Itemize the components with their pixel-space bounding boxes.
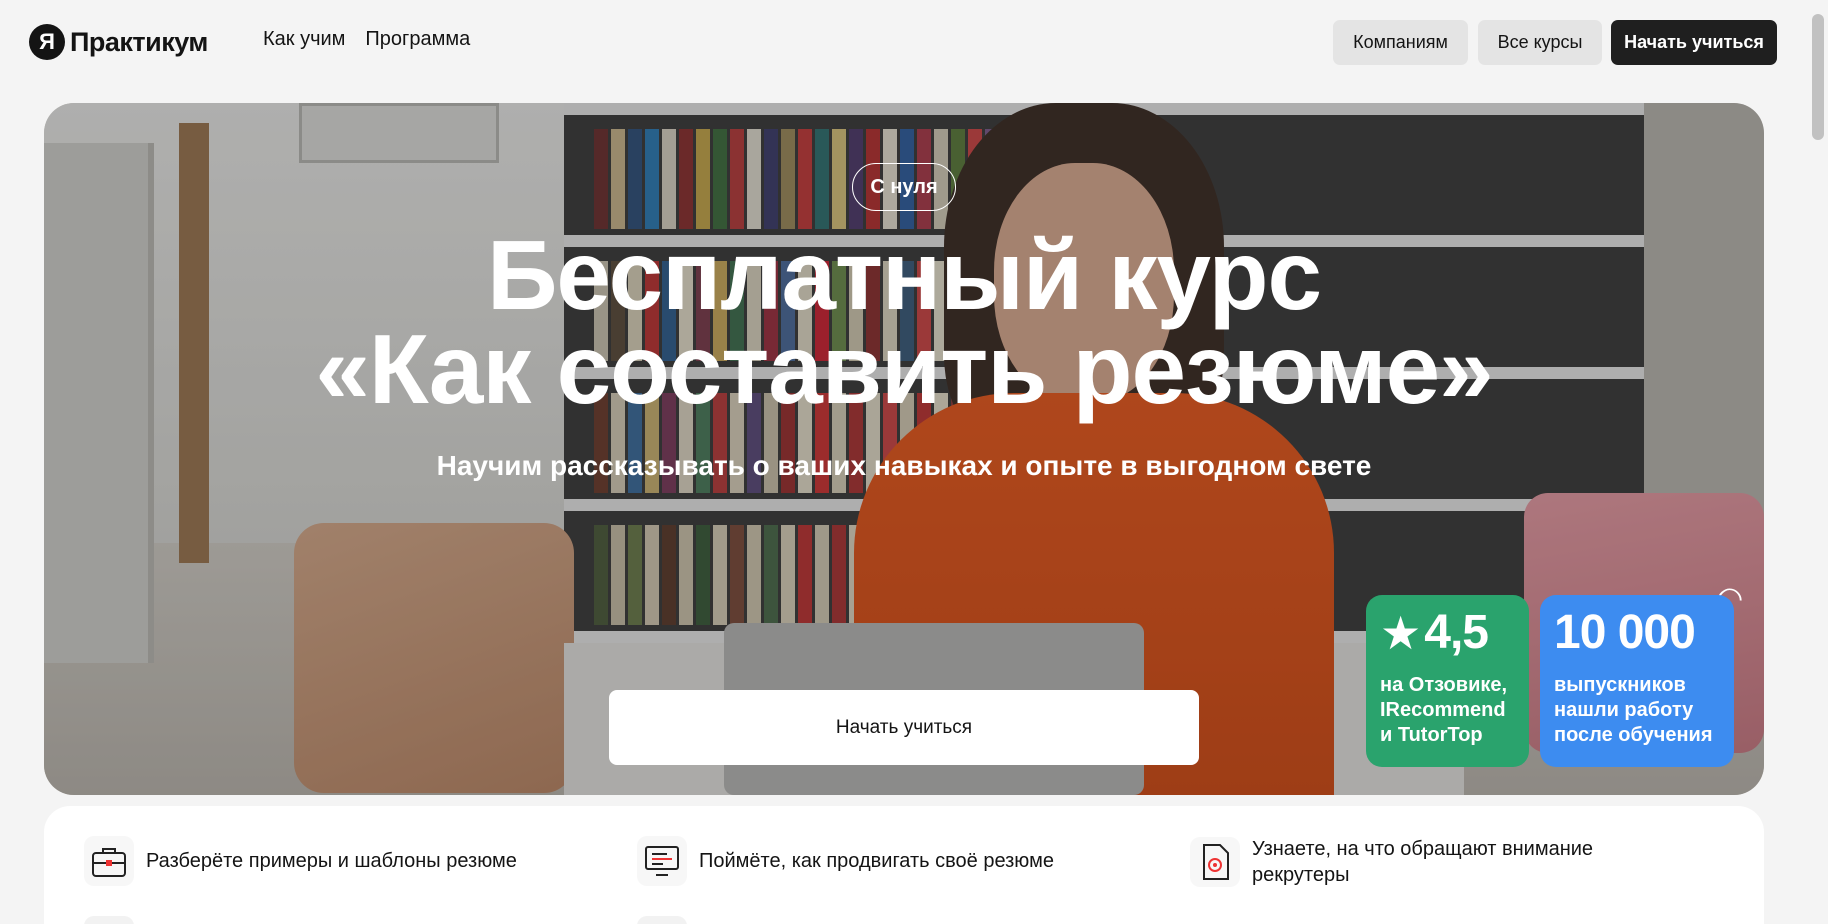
document-icon <box>1190 837 1240 887</box>
feature-text: Узнаете, на что обращают внимание рекрут… <box>1252 838 1594 886</box>
start-learning-button[interactable]: Начать учиться <box>609 690 1199 765</box>
star-icon: ★ <box>1380 607 1421 659</box>
nav-how-we-teach[interactable]: Как учим <box>263 28 345 51</box>
monitor-icon <box>637 836 687 886</box>
nav-program[interactable]: Программа <box>365 28 470 51</box>
feature-item: Поймёте, как продвигать своё резюме <box>637 836 1054 886</box>
start-learning-header-button[interactable]: Начать учиться <box>1611 20 1777 65</box>
feature-item: Узнаете, на что обращают внимание рекрут… <box>1190 836 1612 888</box>
logo-text: Практикум <box>70 26 208 57</box>
feature-icon-stub <box>637 916 687 924</box>
graduates-value: 10 000 <box>1554 606 1696 659</box>
rating-value: 4,5 <box>1424 606 1489 659</box>
graduates-card: 10 000 выпускников нашли работу после об… <box>1540 595 1734 767</box>
hero-subtitle: Научим рассказывать о ваших навыках и оп… <box>436 450 1372 481</box>
scrollbar-thumb[interactable] <box>1812 14 1824 140</box>
level-badge: С нуля <box>852 163 956 211</box>
feature-text: Разберёте примеры и шаблоны резюме <box>146 850 517 872</box>
title-line-2: «Как составить резюме» <box>315 314 1493 424</box>
briefcase-icon <box>84 836 134 886</box>
feature-icon-stub <box>84 916 134 924</box>
main-nav: Как учим Программа <box>263 28 470 51</box>
hero-banner: С нуля Бесплатный курс «Как составить ре… <box>44 103 1764 795</box>
graduates-text: выпускников нашли работу после обучения <box>1554 674 1713 746</box>
all-courses-button[interactable]: Все курсы <box>1478 20 1602 65</box>
page-scrollbar[interactable] <box>1808 0 1828 924</box>
logo-mark: Я <box>29 24 65 60</box>
feature-text: Поймёте, как продвигать своё резюме <box>699 850 1054 872</box>
header: Я Практикум Как учим Программа Компаниям… <box>0 0 1808 84</box>
companies-button[interactable]: Компаниям <box>1333 20 1468 65</box>
logo[interactable]: Я Практикум <box>29 24 208 60</box>
features-panel: Разберёте примеры и шаблоны резюме Поймё… <box>44 806 1764 924</box>
page-title: Бесплатный курс «Как составить резюме» <box>44 226 1764 418</box>
rating-text: на Отзовике, IRecommend и TutorTop <box>1380 674 1508 746</box>
feature-item: Разберёте примеры и шаблоны резюме <box>84 836 517 886</box>
rating-card: ★ 4,5 на Отзовике, IRecommend и TutorTop <box>1366 595 1529 767</box>
